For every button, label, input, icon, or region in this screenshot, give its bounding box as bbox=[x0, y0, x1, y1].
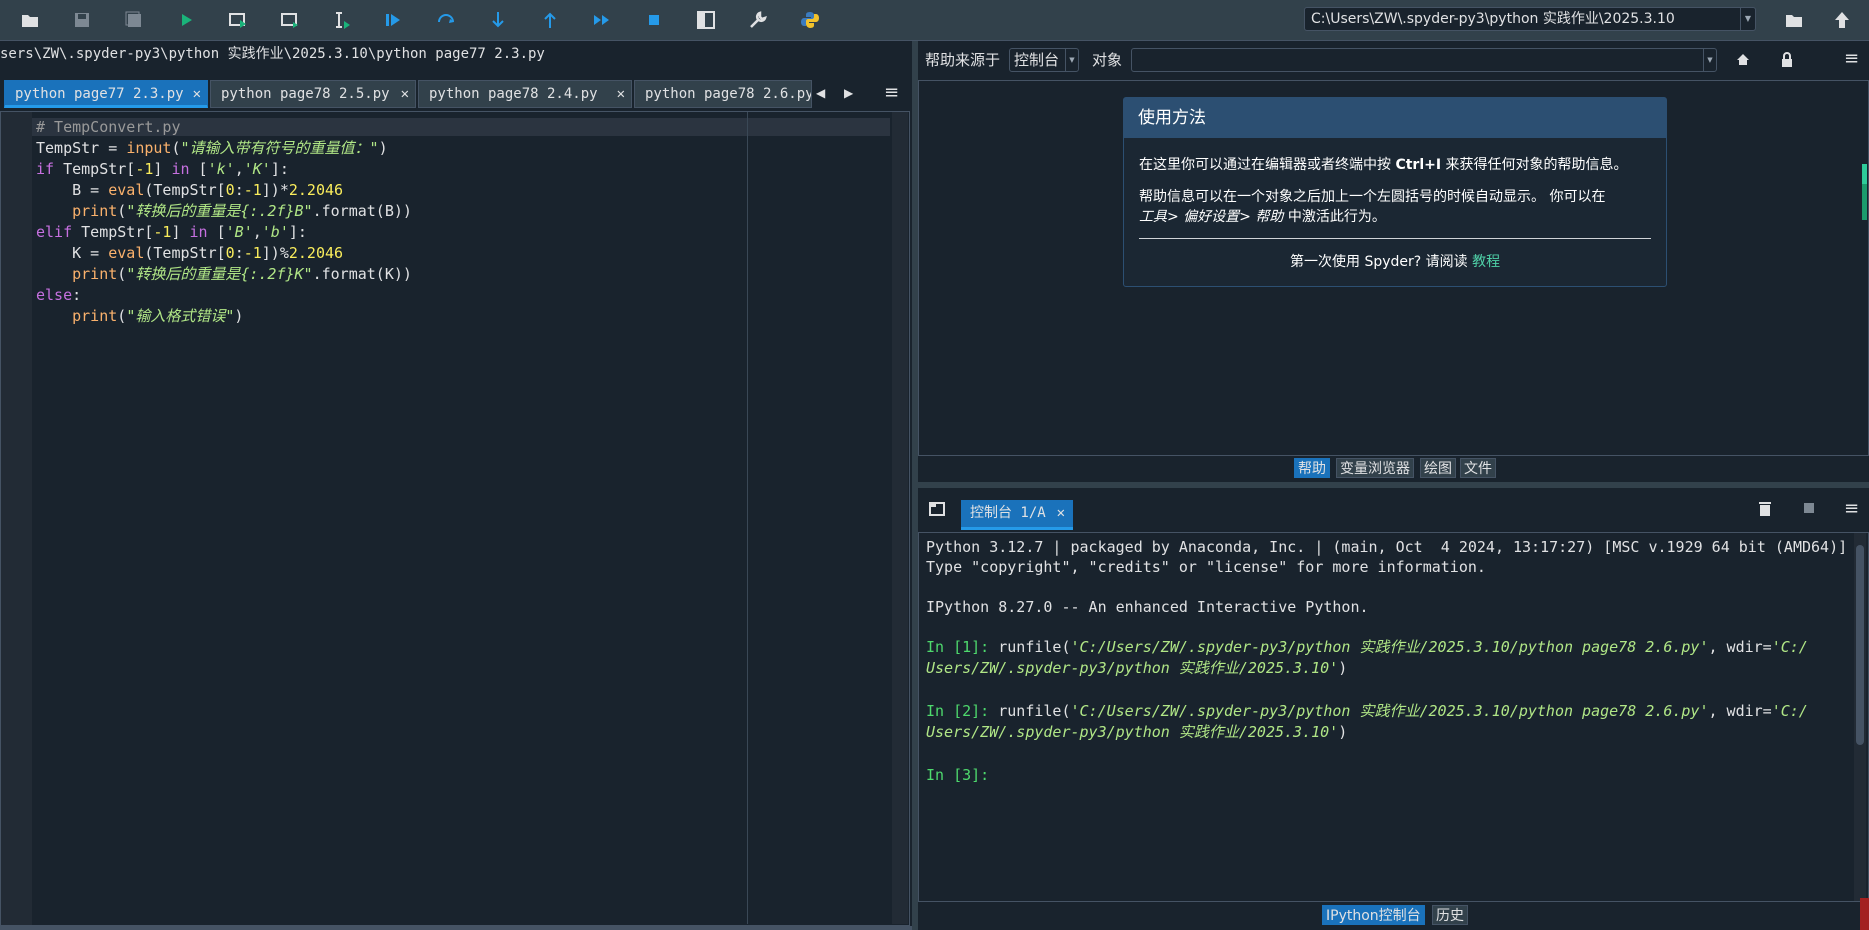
console-input-2-cont: Users/ZW/.spyder-py3/python 实践作业/2025.3.… bbox=[926, 723, 1348, 741]
save-icon[interactable] bbox=[70, 8, 94, 32]
chevron-down-icon[interactable]: ▼ bbox=[1065, 49, 1078, 71]
console-tab-label: 控制台 1/A bbox=[970, 505, 1046, 521]
editor-tab-bar: python page77 2.3.py ✕ python page78 2.5.… bbox=[0, 78, 912, 108]
code-line-4: B = eval(TempStr[0:-1])*2.2046 bbox=[36, 181, 344, 199]
trash-icon[interactable] bbox=[1758, 500, 1772, 518]
editor-tab-4[interactable]: python page78 2.6.py bbox=[634, 80, 812, 108]
editor-tab-label: python page78 2.5.py bbox=[221, 86, 390, 102]
usage-card-title: 使用方法 bbox=[1124, 98, 1666, 138]
lock-icon[interactable] bbox=[1778, 50, 1796, 70]
editor-options-menu-icon[interactable]: ≡ bbox=[884, 82, 902, 104]
close-icon[interactable]: ✕ bbox=[401, 81, 409, 107]
scroll-tabs-left-icon[interactable]: ◀ bbox=[816, 82, 830, 104]
help-source-combo[interactable]: 控制台 ▼ bbox=[1009, 48, 1079, 72]
tab-history[interactable]: 历史 bbox=[1432, 905, 1468, 925]
tab-help[interactable]: 帮助 bbox=[1294, 458, 1330, 478]
editor-scrollbar[interactable] bbox=[892, 112, 908, 924]
console-banner-line-3: IPython 8.27.0 -- An enhanced Interactiv… bbox=[926, 598, 1369, 616]
help-scroll-indicator-highlight bbox=[1862, 164, 1867, 184]
object-label: 对象 bbox=[1092, 51, 1123, 69]
step-into-icon[interactable] bbox=[486, 8, 510, 32]
close-icon[interactable]: ✕ bbox=[617, 81, 625, 107]
python-path-icon[interactable] bbox=[798, 8, 822, 32]
code-line-10: print("输入格式错误") bbox=[72, 307, 244, 325]
console-input-2: In [2]: runfile('C:/Users/ZW/.spyder-py3… bbox=[926, 702, 1808, 720]
edge-line bbox=[747, 112, 748, 924]
code-line-5: print("转换后的重量是{:.2f}B".format(B)) bbox=[72, 202, 412, 220]
console-tab[interactable]: 控制台 1/A ✕ bbox=[961, 500, 1073, 530]
tab-variable-explorer[interactable]: 变量浏览器 bbox=[1336, 458, 1414, 478]
working-directory-combo[interactable]: C:\Users\ZW\.spyder-py3\python 实践作业\2025… bbox=[1304, 7, 1756, 31]
interrupt-kernel-icon[interactable] bbox=[1804, 503, 1814, 513]
code-line-3: if TempStr[-1] in ['k','K']: bbox=[36, 160, 289, 178]
editor-tab-label: python page78 2.6.py bbox=[645, 86, 812, 102]
help-source-value: 控制台 bbox=[1014, 51, 1060, 69]
tutorial-link[interactable]: 教程 bbox=[1472, 254, 1500, 270]
close-icon[interactable]: ✕ bbox=[193, 81, 201, 105]
code-line-1: # TempConvert.py bbox=[36, 118, 181, 136]
step-icon[interactable] bbox=[434, 8, 458, 32]
code-line-7: K = eval(TempStr[0:-1])%2.2046 bbox=[36, 244, 344, 262]
parent-directory-icon[interactable] bbox=[1830, 8, 1854, 32]
help-line-1: 在这里你可以通过在编辑器或者终端中按 Ctrl+I 来获得任何对象的帮助信息。 bbox=[1139, 157, 1628, 173]
stop-icon[interactable] bbox=[642, 8, 666, 32]
close-icon[interactable]: ✕ bbox=[1057, 500, 1065, 526]
maximize-pane-icon[interactable] bbox=[694, 8, 718, 32]
help-line-3: 工具> 偏好设置> 帮助 中激活此行为。 bbox=[1139, 209, 1386, 225]
status-mark bbox=[1860, 898, 1869, 930]
chevron-down-icon[interactable]: ▼ bbox=[1740, 8, 1755, 30]
main-toolbar: C:\Users\ZW\.spyder-py3\python 实践作业\2025… bbox=[0, 0, 1869, 41]
home-icon[interactable] bbox=[1734, 50, 1752, 70]
editor-status-strip bbox=[0, 926, 912, 930]
debug-icon[interactable] bbox=[382, 8, 406, 32]
tab-ipython-console[interactable]: IPython控制台 bbox=[1322, 905, 1425, 925]
browse-directory-icon[interactable] bbox=[1782, 8, 1806, 32]
editor-tab-2[interactable]: python page78 2.5.py ✕ bbox=[210, 80, 416, 108]
editor-file-path: sers\ZW\.spyder-py3\python 实践作业\2025.3.1… bbox=[0, 46, 545, 62]
editor-tab-label: python page78 2.4.py bbox=[429, 86, 598, 102]
code-line-2: TempStr = input("请输入带有符号的重量值：") bbox=[36, 139, 388, 157]
help-divider bbox=[1139, 238, 1651, 239]
step-return-icon[interactable] bbox=[538, 8, 562, 32]
object-combo[interactable]: ▼ bbox=[1131, 48, 1717, 72]
console-input-1: In [1]: runfile('C:/Users/ZW/.spyder-py3… bbox=[926, 638, 1808, 656]
console-banner-line-2: Type "copyright", "credits" or "license"… bbox=[926, 558, 1486, 576]
chevron-down-icon[interactable]: ▼ bbox=[1703, 49, 1716, 71]
run-cell-icon[interactable] bbox=[226, 8, 250, 32]
open-file-icon[interactable] bbox=[18, 8, 42, 32]
run-icon[interactable] bbox=[174, 8, 198, 32]
editor-tab-3[interactable]: python page78 2.4.py ✕ bbox=[418, 80, 632, 108]
help-options-menu-icon[interactable]: ≡ bbox=[1844, 48, 1862, 70]
console-options-menu-icon[interactable]: ≡ bbox=[1844, 498, 1862, 520]
code-line-9: else: bbox=[36, 286, 82, 304]
tab-plots[interactable]: 绘图 bbox=[1420, 458, 1456, 478]
scroll-tabs-right-icon[interactable]: ▶ bbox=[844, 82, 858, 104]
console-prompt-3[interactable]: In [3]: bbox=[926, 765, 998, 785]
run-cell-advance-icon[interactable] bbox=[278, 8, 302, 32]
code-line-8: print("转换后的重量是{:.2f}K".format(K)) bbox=[72, 265, 412, 283]
editor-tab-label: python page77 2.3.py bbox=[15, 86, 184, 102]
console-input-1-cont: Users/ZW/.spyder-py3/python 实践作业/2025.3.… bbox=[926, 659, 1348, 677]
line-number-gutter bbox=[1, 112, 32, 925]
console-scrollbar-thumb[interactable] bbox=[1856, 545, 1864, 745]
first-time-text: 第一次使用 Spyder? 请阅读 教程 bbox=[1290, 254, 1501, 270]
continue-icon[interactable] bbox=[590, 8, 614, 32]
console-browse-icon[interactable] bbox=[928, 500, 946, 518]
code-line-6: elif TempStr[-1] in ['B','b']: bbox=[36, 223, 307, 241]
editor-tab-1[interactable]: python page77 2.3.py ✕ bbox=[4, 80, 208, 108]
run-selection-icon[interactable] bbox=[330, 8, 354, 32]
tab-files[interactable]: 文件 bbox=[1460, 458, 1496, 478]
working-directory-value: C:\Users\ZW\.spyder-py3\python 实践作业\2025… bbox=[1311, 11, 1675, 27]
save-all-icon[interactable] bbox=[122, 8, 146, 32]
help-line-2: 帮助信息可以在一个对象之后加上一个左圆括号的时候自动显示。 你可以在 bbox=[1139, 189, 1606, 205]
console-banner-line-1: Python 3.12.7 | packaged by Anaconda, In… bbox=[926, 538, 1848, 556]
preferences-icon[interactable] bbox=[746, 8, 770, 32]
help-source-label: 帮助来源于 bbox=[925, 51, 1001, 69]
